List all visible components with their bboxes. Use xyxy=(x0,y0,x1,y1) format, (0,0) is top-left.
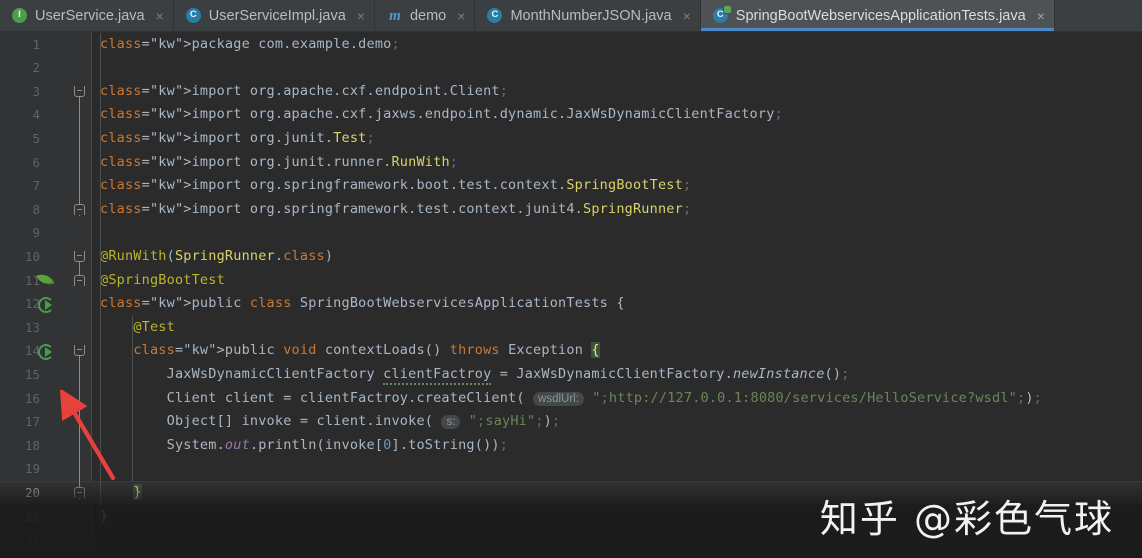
line-number: 7 xyxy=(32,178,40,194)
runnable-class-icon: C xyxy=(712,5,731,24)
code-line[interactable]: @RunWith(SpringRunner.class) xyxy=(100,245,333,269)
close-icon[interactable]: × xyxy=(683,9,691,23)
editor-tab-label: demo xyxy=(409,7,447,24)
code-line[interactable]: class="kw">import org.springframework.bo… xyxy=(100,174,691,198)
line-number: 2 xyxy=(32,60,40,76)
line-number: 10 xyxy=(24,248,40,264)
code-line[interactable]: JaxWsDynamicClientFactory clientFactroy … xyxy=(100,363,850,387)
indent-guide xyxy=(100,32,101,529)
line-number: 17 xyxy=(24,414,40,430)
code-fold-region-line xyxy=(79,355,80,499)
line-number: 20 xyxy=(24,484,40,500)
code-line[interactable]: class="kw">import org.junit.Test; xyxy=(100,127,375,151)
line-number: 18 xyxy=(24,437,40,453)
line-number: 9 xyxy=(32,225,40,241)
parameter-hint: wsdlUrl: xyxy=(533,391,584,406)
editor-tab-0[interactable]: I UserService.java × xyxy=(0,0,174,31)
code-line[interactable]: } xyxy=(100,505,108,529)
line-number: 1 xyxy=(32,36,40,52)
line-number: 22 xyxy=(24,532,40,548)
spring-leaf-icon[interactable] xyxy=(36,270,55,289)
line-number: 4 xyxy=(32,107,40,123)
line-number: 11 xyxy=(24,272,40,288)
editor-tab-label: UserServiceImpl.java xyxy=(208,7,346,24)
line-number: 21 xyxy=(24,508,40,524)
line-number: 6 xyxy=(32,154,40,170)
code-line[interactable]: class="kw">public void contextLoads() th… xyxy=(100,339,600,363)
close-icon[interactable]: × xyxy=(1037,9,1045,23)
editor-tab-bar: I UserService.java × C UserServiceImpl.java ×… xyxy=(0,0,1142,32)
class-icon: C xyxy=(185,7,202,24)
indent-guide xyxy=(132,315,134,481)
close-icon[interactable]: × xyxy=(457,9,465,23)
interface-icon: I xyxy=(12,7,28,24)
code-line[interactable]: class="kw">package com.example.demo; xyxy=(100,33,400,57)
run-class-icon[interactable] xyxy=(38,296,54,314)
editor-tab-label: MonthNumberJSON.java xyxy=(510,7,672,24)
line-number: 13 xyxy=(24,319,40,335)
code-line[interactable]: @SpringBootTest xyxy=(100,269,225,293)
line-number: 5 xyxy=(32,130,40,146)
code-line[interactable]: class="kw">import org.apache.cxf.jaxws.e… xyxy=(100,103,783,127)
editor-tab-3[interactable]: C MonthNumberJSON.java × xyxy=(475,0,701,31)
editor-tab-label: UserService.java xyxy=(35,7,145,24)
code-line[interactable]: class="kw">public class SpringBootWebser… xyxy=(100,292,625,316)
class-icon: C xyxy=(487,7,503,24)
code-line[interactable]: System.out.println(invoke[0].toString())… xyxy=(100,434,508,458)
line-number: 12 xyxy=(24,296,40,312)
run-method-icon[interactable] xyxy=(38,343,54,361)
code-line[interactable]: Client client = clientFactroy.createClie… xyxy=(100,387,1042,412)
code-line[interactable]: Object[] invoke = client.invoke( s: ";sa… xyxy=(100,410,560,435)
line-number: 19 xyxy=(24,461,40,477)
code-fold-end-icon[interactable] xyxy=(74,203,85,215)
code-fold-end-icon[interactable] xyxy=(74,274,85,286)
editor-tab-1[interactable]: C UserServiceImpl.java × xyxy=(174,0,375,31)
code-fold-end-icon[interactable] xyxy=(74,486,85,498)
run-badge-icon xyxy=(723,5,731,13)
line-number: 14 xyxy=(24,343,40,359)
line-number: 3 xyxy=(32,83,40,99)
editor-tab-label: SpringBootWebservicesApplicationTests.ja… xyxy=(735,7,1026,24)
close-icon[interactable]: × xyxy=(156,9,164,23)
code-line[interactable]: } xyxy=(100,481,142,505)
code-fold-region-line xyxy=(79,95,80,216)
code-content-area[interactable]: class="kw">package com.example.demo; clas… xyxy=(92,32,1142,558)
editor-tab-2[interactable]: m demo × xyxy=(375,0,476,31)
line-number: 16 xyxy=(24,390,40,406)
line-number: 15 xyxy=(24,366,40,382)
code-line[interactable]: class="kw">import org.junit.runner.RunWi… xyxy=(100,151,458,175)
code-line[interactable]: class="kw">import org.apache.cxf.endpoin… xyxy=(100,80,508,104)
line-number: 8 xyxy=(32,201,40,217)
code-editor[interactable]: 1 2 3 4 5 6 7 8 9 10 11 12 13 14 15 16 17 18 19 20 21 22 clas… xyxy=(0,32,1142,558)
maven-module-icon: m xyxy=(389,7,401,24)
editor-tab-4[interactable]: C SpringBootWebservicesApplicationTests.j… xyxy=(700,0,1055,31)
close-icon[interactable]: × xyxy=(357,9,365,23)
code-line[interactable]: @Test xyxy=(100,316,175,340)
code-line[interactable]: class="kw">import org.springframework.te… xyxy=(100,198,691,222)
parameter-hint: s: xyxy=(441,415,461,430)
